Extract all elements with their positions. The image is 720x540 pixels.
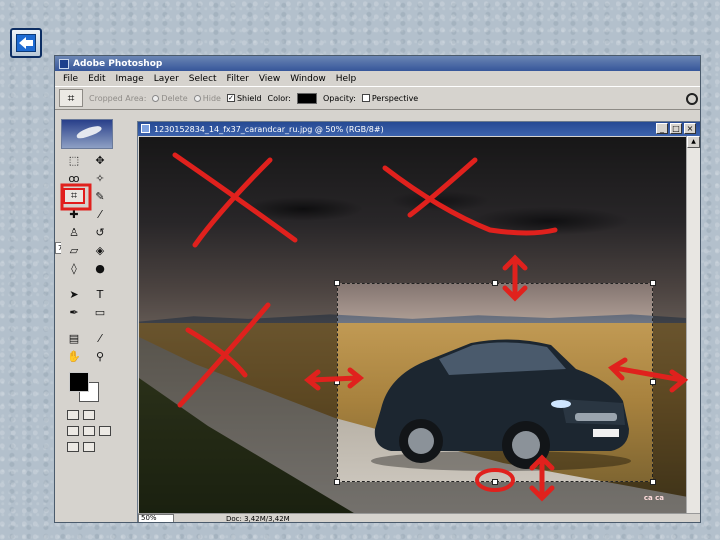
type-tool-icon[interactable]: T	[89, 286, 111, 302]
color-swatches	[61, 370, 113, 404]
menu-layer[interactable]: Layer	[149, 74, 184, 84]
rectangle-tool-icon[interactable]: ▭	[89, 304, 111, 320]
back-arrow-icon	[16, 34, 36, 52]
brush-tool-icon[interactable]: ⁄	[89, 206, 111, 222]
photoshop-icon	[59, 58, 69, 69]
path-selection-tool-icon[interactable]: ➤	[63, 286, 85, 302]
foreground-color-swatch[interactable]	[69, 372, 89, 392]
full-screen-icon[interactable]	[99, 426, 111, 436]
watermark-text: ca ca	[643, 494, 664, 502]
doc-size-info: Doc: 3,42M/3,42M	[226, 514, 290, 523]
paint-bucket-tool-icon[interactable]: ◈	[89, 242, 111, 258]
crop-handle-top-left[interactable]	[334, 280, 340, 286]
history-brush-tool-icon[interactable]: ↺	[89, 224, 111, 240]
shield-option[interactable]: ✓ Shield	[226, 94, 262, 103]
maximize-button[interactable]: □	[670, 123, 682, 134]
back-button[interactable]	[10, 28, 42, 58]
zoom-tool-icon[interactable]: ⚲	[89, 348, 111, 364]
cancel-icon[interactable]	[686, 93, 698, 105]
vertical-scrollbar[interactable]: ▲	[686, 136, 700, 516]
document-window: 1230152834_14_fx37_carandcar_ru.jpg @ 50…	[137, 121, 700, 523]
perspective-option[interactable]: Perspective	[361, 94, 418, 103]
menu-filter[interactable]: Filter	[222, 74, 254, 84]
document-titlebar: 1230152834_14_fx37_carandcar_ru.jpg @ 50…	[138, 122, 700, 136]
hide-option[interactable]: Hide	[193, 94, 221, 103]
status-bar: 50% Doc: 3,42M/3,42M	[138, 513, 700, 523]
crop-shield-bottom	[139, 482, 686, 516]
zoom-field[interactable]: 50%	[138, 514, 174, 522]
shield-color-swatch[interactable]	[297, 92, 317, 104]
image-canvas[interactable]: ca ca	[139, 137, 686, 516]
slice-tool-icon[interactable]: ✎	[89, 188, 111, 204]
notes-tool-icon[interactable]: ▤	[63, 330, 85, 346]
crop-handle-right[interactable]	[650, 379, 656, 385]
jump-to-row	[61, 442, 113, 452]
jump-to-imageready-icon[interactable]	[67, 442, 79, 452]
magic-wand-tool-icon[interactable]: ✧	[89, 170, 111, 186]
feather-icon	[75, 123, 103, 141]
crop-tool-preset[interactable]: ⌗	[59, 89, 83, 107]
crop-handle-bottom-left[interactable]	[334, 479, 340, 485]
clone-stamp-tool-icon[interactable]: ♙	[63, 224, 85, 240]
hide-radio[interactable]	[193, 94, 201, 102]
standard-mode-icon[interactable]	[67, 410, 79, 420]
imageready-icon[interactable]	[83, 442, 95, 452]
delete-radio[interactable]	[152, 94, 160, 102]
photoshop-logo	[61, 119, 113, 149]
shield-checkbox[interactable]: ✓	[226, 94, 235, 102]
full-screen-menu-icon[interactable]	[83, 426, 95, 436]
crop-shield-right	[653, 283, 686, 482]
document-icon	[141, 124, 150, 133]
quick-mask-row	[61, 410, 113, 420]
color-label: Color:	[267, 93, 291, 103]
menu-bar: File Edit Image Layer Select Filter View…	[55, 71, 700, 86]
eraser-tool-icon[interactable]: ▱	[63, 242, 85, 258]
menu-help[interactable]: Help	[331, 74, 362, 84]
menu-edit[interactable]: Edit	[83, 74, 110, 84]
toolbox: ⬚ ✥ ꝏ ✧ ⌗ ✎ ✚ ⁄ ♙ ↺ ▱ ◈ ◊ ● ➤ T ✒ ▭ ▤ ⁄ …	[61, 119, 113, 521]
menu-select[interactable]: Select	[184, 74, 222, 84]
menu-file[interactable]: File	[58, 74, 83, 84]
hand-tool-icon[interactable]: ✋	[63, 348, 85, 364]
pen-tool-icon[interactable]: ✒	[63, 304, 85, 320]
crop-marquee[interactable]	[334, 280, 656, 485]
opacity-label: Opacity:	[323, 93, 356, 103]
blur-tool-icon[interactable]: ◊	[63, 260, 85, 276]
marquee-tool-icon[interactable]: ⬚	[63, 152, 85, 168]
standard-screen-icon[interactable]	[67, 426, 79, 436]
crop-shield-top	[139, 137, 686, 283]
options-bar: ⌗ Cropped Area: Delete Hide ✓ Shield Colo…	[55, 86, 700, 254]
close-button[interactable]: ×	[684, 123, 696, 134]
healing-brush-tool-icon[interactable]: ✚	[63, 206, 85, 222]
eyedropper-tool-icon[interactable]: ⁄	[89, 330, 111, 346]
crop-handle-bottom-right[interactable]	[650, 479, 656, 485]
crop-handle-bottom[interactable]	[492, 479, 498, 485]
crop-shield-left	[139, 283, 337, 482]
app-titlebar: Adobe Photoshop	[55, 56, 700, 71]
crop-handle-top[interactable]	[492, 280, 498, 286]
perspective-checkbox[interactable]	[361, 94, 370, 102]
menu-view[interactable]: View	[254, 74, 285, 84]
screen-mode-row	[61, 426, 113, 436]
minimize-button[interactable]: _	[656, 123, 668, 134]
menu-window[interactable]: Window	[285, 74, 331, 84]
app-title: Adobe Photoshop	[73, 58, 163, 69]
delete-option[interactable]: Delete	[152, 94, 188, 103]
lasso-tool-icon[interactable]: ꝏ	[63, 170, 85, 186]
photoshop-window: Adobe Photoshop File Edit Image Layer Se…	[54, 55, 701, 523]
cropped-area-label: Cropped Area:	[89, 93, 147, 103]
crop-handle-top-right[interactable]	[650, 280, 656, 286]
menu-image[interactable]: Image	[111, 74, 149, 84]
quick-mask-mode-icon[interactable]	[83, 410, 95, 420]
document-title: 1230152834_14_fx37_carandcar_ru.jpg @ 50…	[154, 124, 384, 134]
crop-handle-left[interactable]	[334, 379, 340, 385]
scroll-up-icon[interactable]: ▲	[687, 136, 700, 148]
dodge-tool-icon[interactable]: ●	[89, 260, 111, 276]
crop-tool-icon[interactable]: ⌗	[63, 188, 85, 204]
move-tool-icon[interactable]: ✥	[89, 152, 111, 168]
crop-icon: ⌗	[67, 90, 75, 105]
